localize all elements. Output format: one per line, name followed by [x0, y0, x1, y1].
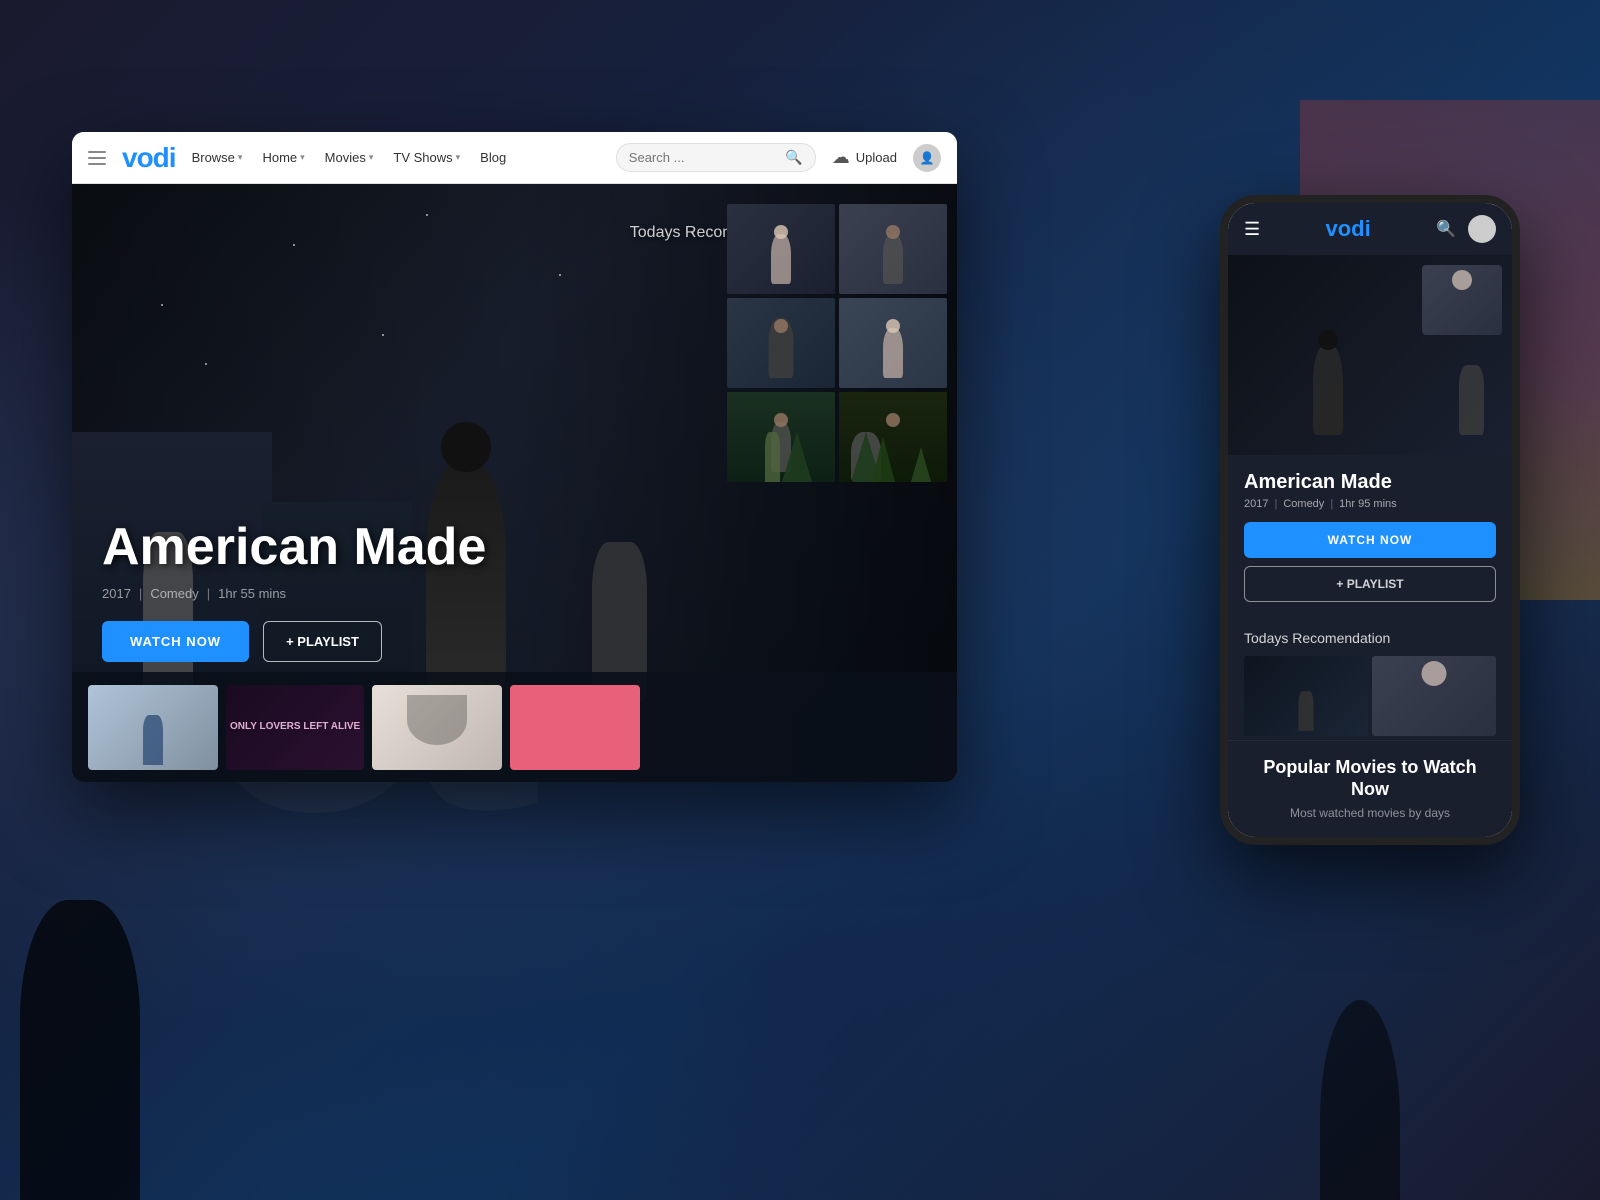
- mobile-watch-now-button[interactable]: WATCH NOW: [1244, 522, 1496, 558]
- movie-strip: ONLY LOVERS LEFT ALIVE: [72, 672, 957, 782]
- thumb-5: [727, 392, 835, 482]
- watch-now-button[interactable]: WATCH NOW: [102, 621, 249, 662]
- hero-meta: 2017 | Comedy | 1hr 55 mins: [102, 586, 486, 601]
- mobile-figure-2: [1459, 365, 1484, 435]
- mobile-hamburger-icon[interactable]: ☰: [1244, 219, 1260, 240]
- search-bar[interactable]: 🔍: [616, 143, 816, 172]
- strip-card-1[interactable]: [88, 685, 218, 770]
- mobile-rec-thumb-1[interactable]: [1244, 656, 1368, 736]
- home-chevron-icon: ▾: [300, 152, 305, 163]
- cloud-upload-icon: ☁: [832, 147, 850, 168]
- nav-movies[interactable]: Movies ▾: [325, 150, 374, 165]
- main-content: Todays Recomendation: [72, 184, 957, 782]
- mobile-recommendation-section: Todays Recomendation: [1228, 618, 1512, 736]
- search-icon[interactable]: 🔍: [785, 149, 802, 166]
- thumb-person-4: [839, 298, 947, 388]
- strip-card-2-text: ONLY LOVERS LEFT ALIVE: [226, 717, 364, 737]
- thumb-person-5: [727, 392, 835, 482]
- hero-title: American Made: [102, 519, 486, 576]
- thumb-person-1: [727, 204, 835, 294]
- hero-genre: Comedy: [150, 586, 198, 601]
- nav-browse[interactable]: Browse ▾: [192, 150, 243, 165]
- mobile-duration: 1hr 95 mins: [1339, 498, 1396, 510]
- bg-figure-1: [20, 900, 140, 1200]
- thumb-3: [727, 298, 835, 388]
- thumb-1: [727, 204, 835, 294]
- mobile-recommendation-label: Todays Recomendation: [1244, 630, 1496, 646]
- bg-figure-2: [1320, 1000, 1400, 1200]
- browser-navbar: vodi Browse ▾ Home ▾ Movies ▾ TV Shows ▾…: [72, 132, 957, 184]
- nav-blog[interactable]: Blog: [480, 150, 506, 165]
- mobile-movie-meta: 2017 | Comedy | 1hr 95 mins: [1244, 498, 1496, 510]
- strip-card-4[interactable]: [510, 685, 640, 770]
- hero-overlay: American Made 2017 | Comedy | 1hr 55 min…: [102, 519, 486, 662]
- playlist-button[interactable]: + PLAYLIST: [263, 621, 382, 662]
- brand-logo: vodi: [122, 142, 176, 174]
- mobile-popular-title: Popular Movies to Watch Now: [1244, 757, 1496, 800]
- mobile-hero: [1228, 255, 1512, 455]
- nav-items: Browse ▾ Home ▾ Movies ▾ TV Shows ▾ Blog: [192, 150, 600, 165]
- nav-home[interactable]: Home ▾: [262, 150, 304, 165]
- thumb-6: [839, 392, 947, 482]
- nav-tvshows[interactable]: TV Shows ▾: [393, 150, 460, 165]
- mobile-hero-thumb: [1422, 265, 1502, 335]
- mobile-rec-thumbs: [1244, 656, 1496, 736]
- thumb-person-2: [839, 204, 947, 294]
- thumb-person-3: [727, 298, 835, 388]
- tvshows-chevron-icon: ▾: [456, 152, 461, 163]
- search-input[interactable]: [629, 150, 778, 165]
- thumbnail-grid: [727, 204, 947, 482]
- thumb-4: [839, 298, 947, 388]
- movies-chevron-icon: ▾: [369, 152, 374, 163]
- mobile-brand-logo: vodi: [1325, 216, 1370, 242]
- hero-buttons: WATCH NOW + PLAYLIST: [102, 621, 486, 662]
- hero-year: 2017: [102, 586, 131, 601]
- mobile-popular-subtitle: Most watched movies by days: [1244, 806, 1496, 820]
- browse-chevron-icon: ▾: [238, 152, 243, 163]
- mobile-search-icon[interactable]: 🔍: [1436, 219, 1456, 239]
- thumb-2: [839, 204, 947, 294]
- mobile-header: ☰ vodi 🔍: [1228, 203, 1512, 255]
- mobile-popular-section: Popular Movies to Watch Now Most watched…: [1228, 740, 1512, 837]
- user-avatar-button[interactable]: 👤: [913, 144, 941, 172]
- mobile-header-actions: 🔍: [1436, 215, 1496, 243]
- mobile-figure-1: [1313, 345, 1343, 435]
- mobile-view-all-button[interactable]: VIEW ALL: [1329, 830, 1410, 837]
- desktop-mockup: vodi Browse ▾ Home ▾ Movies ▾ TV Shows ▾…: [72, 132, 957, 782]
- strip-card-3[interactable]: [372, 685, 502, 770]
- mobile-user-avatar[interactable]: [1468, 215, 1496, 243]
- hero-duration: 1hr 55 mins: [218, 586, 286, 601]
- mobile-rec-thumb-2[interactable]: [1372, 656, 1496, 736]
- mobile-movie-info: American Made 2017 | Comedy | 1hr 95 min…: [1228, 455, 1512, 618]
- upload-button[interactable]: ☁ Upload: [832, 147, 897, 168]
- hamburger-menu-icon[interactable]: [88, 151, 106, 165]
- mobile-inner: ☰ vodi 🔍 American Made 2017 | Comedy |: [1228, 203, 1512, 837]
- mobile-genre: Comedy: [1283, 498, 1324, 510]
- strip-card-2[interactable]: ONLY LOVERS LEFT ALIVE: [226, 685, 364, 770]
- mobile-movie-title: American Made: [1244, 471, 1496, 494]
- thumb-trees: [839, 392, 947, 482]
- mobile-mockup: ☰ vodi 🔍 American Made 2017 | Comedy |: [1220, 195, 1520, 845]
- mobile-year: 2017: [1244, 498, 1268, 510]
- mobile-playlist-button[interactable]: + PLAYLIST: [1244, 566, 1496, 602]
